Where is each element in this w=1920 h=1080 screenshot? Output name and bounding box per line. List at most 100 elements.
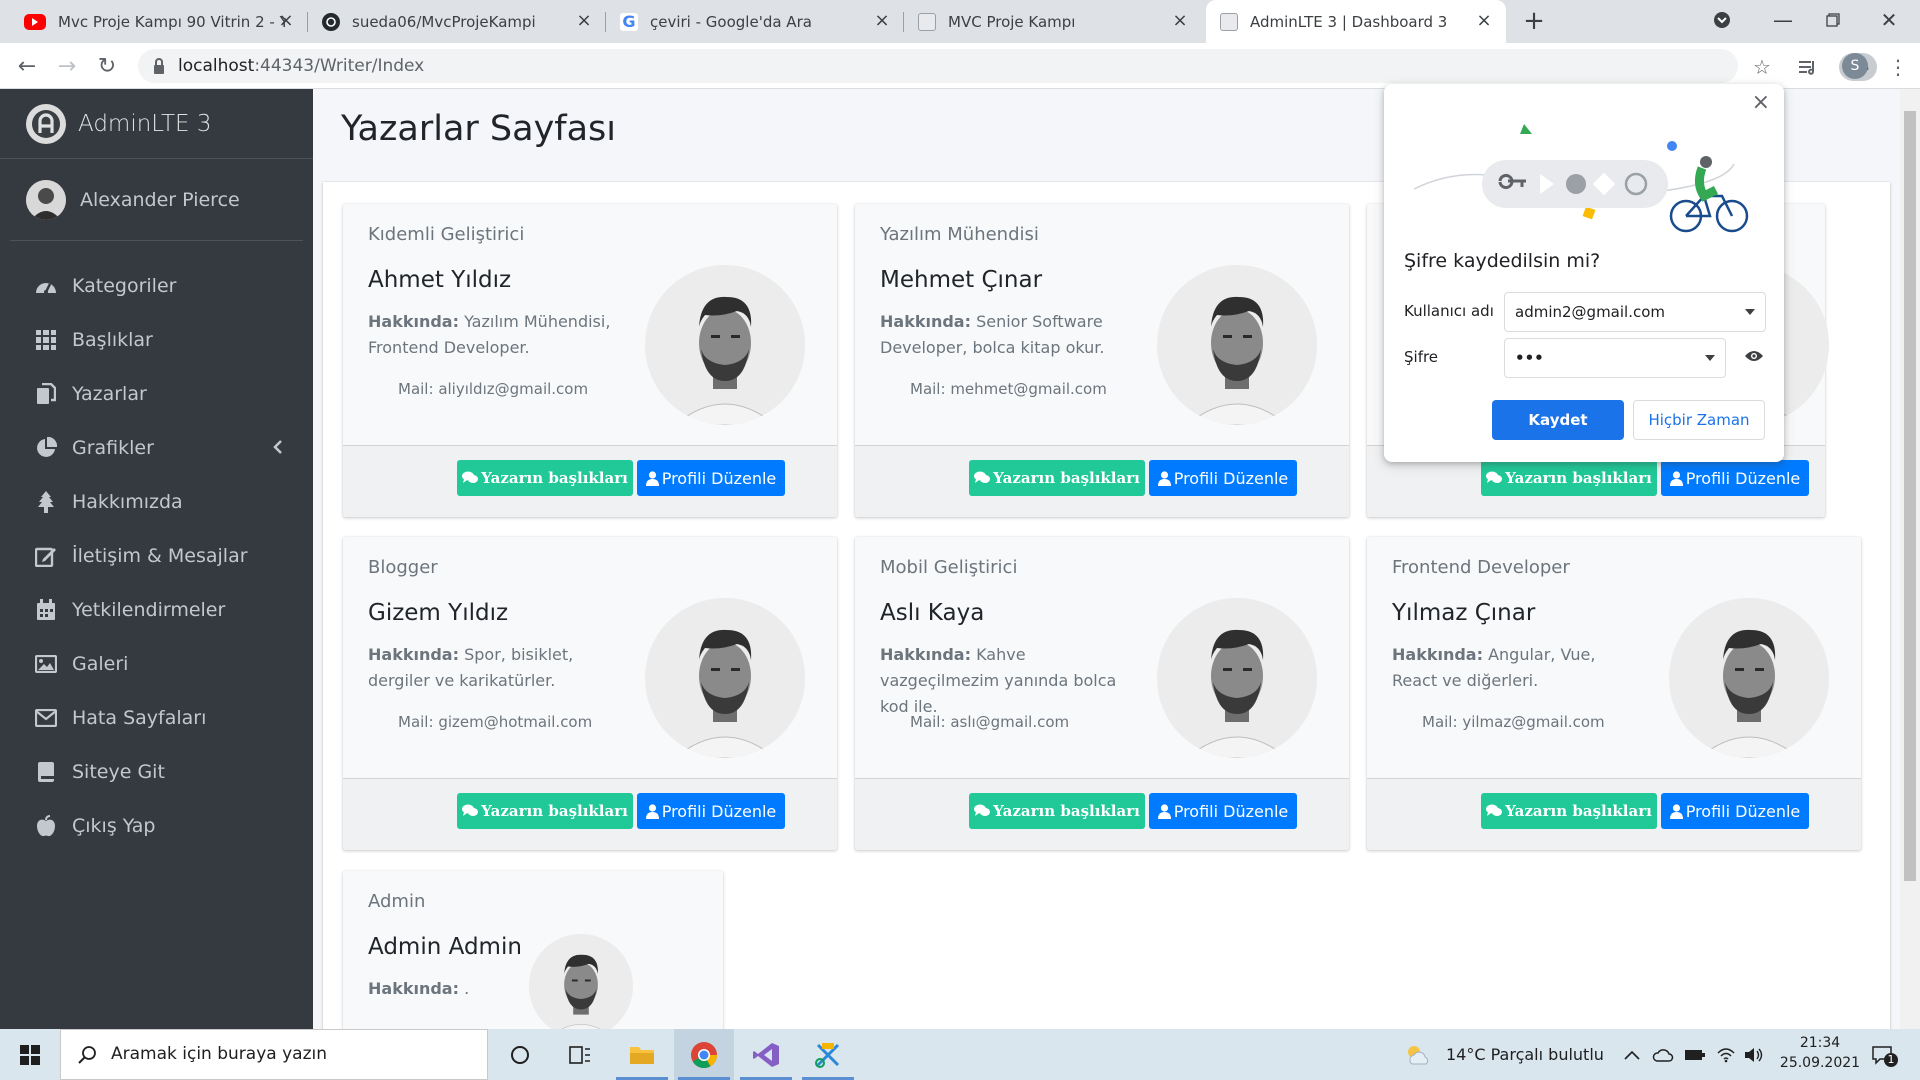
- chevron-down-icon[interactable]: [1745, 309, 1755, 315]
- tab-close-icon[interactable]: ×: [276, 11, 296, 31]
- edit-profile-button[interactable]: Profili Düzenle: [1149, 793, 1297, 829]
- brand-name: AdminLTE 3: [78, 110, 212, 137]
- back-icon[interactable]: ←: [12, 51, 42, 81]
- sidebar-item-hakkimizda[interactable]: Hakkımızda: [0, 475, 313, 529]
- tab-youtube[interactable]: Mvc Proje Kampı 90 Vitrin 2 - YouTube ×: [10, 0, 308, 43]
- tab-close-icon[interactable]: ×: [1474, 11, 1494, 31]
- edit-profile-button[interactable]: Profili Düzenle: [637, 793, 785, 829]
- button-label: Yazarın başlıkları: [1505, 802, 1652, 820]
- tab-search-icon[interactable]: [1692, 0, 1752, 40]
- writer-photo: [1157, 598, 1317, 758]
- sidebar-item-cikis-yap[interactable]: Çıkış Yap: [0, 799, 313, 853]
- tab-google[interactable]: G çeviri - Google'da Ara ×: [606, 0, 904, 43]
- writer-titles-button[interactable]: Yazarın başlıkları: [969, 793, 1145, 829]
- sidebar-item-hata-sayfalari[interactable]: Hata Sayfaları: [0, 691, 313, 745]
- wifi-icon[interactable]: [1716, 1029, 1736, 1080]
- user-panel[interactable]: Alexander Pierce: [10, 159, 303, 241]
- file-explorer-icon[interactable]: [612, 1029, 672, 1080]
- about-text: .: [464, 979, 470, 998]
- sidebar-item-yazarlar[interactable]: Yazarlar: [0, 367, 313, 421]
- tab-github[interactable]: sueda06/MvcProjeKampi ×: [308, 0, 606, 43]
- writer-photo: [1157, 265, 1317, 425]
- writer-titles-button[interactable]: Yazarın başlıkları: [457, 793, 633, 829]
- profile-avatar[interactable]: S: [1842, 53, 1868, 79]
- mail-label: Mail:: [910, 713, 946, 731]
- password-field[interactable]: •••: [1504, 338, 1726, 378]
- chrome-icon[interactable]: [674, 1029, 734, 1080]
- tab-close-icon[interactable]: ×: [1170, 11, 1190, 31]
- scrollbar-thumb[interactable]: [1904, 111, 1916, 881]
- username-value: admin2@gmail.com: [1515, 303, 1666, 321]
- edit-profile-button[interactable]: Profili Düzenle: [1149, 460, 1297, 496]
- sidebar-item-yetkilendirmeler[interactable]: Yetkilendirmeler: [0, 583, 313, 637]
- writer-mail: Mail: aslı@gmail.com: [910, 713, 1069, 731]
- menu-dots-icon[interactable]: ⋮: [1886, 55, 1910, 79]
- avatar: [26, 179, 66, 220]
- brand[interactable]: AdminLTE 3: [0, 89, 313, 159]
- dashboard-icon: [34, 274, 58, 298]
- chevron-up-icon[interactable]: [1624, 1029, 1640, 1080]
- save-password-button[interactable]: Kaydet: [1492, 400, 1624, 440]
- button-label: Yazarın başlıkları: [1505, 469, 1652, 487]
- page-scrollbar[interactable]: [1900, 89, 1920, 1029]
- battery-icon[interactable]: [1684, 1029, 1706, 1080]
- tab-close-icon[interactable]: ×: [574, 11, 594, 31]
- star-icon[interactable]: ☆: [1750, 55, 1774, 79]
- sidebar-item-grafikler[interactable]: Grafikler: [0, 421, 313, 475]
- volume-icon[interactable]: [1744, 1029, 1764, 1080]
- eye-icon[interactable]: [1744, 348, 1764, 367]
- button-label: Profili Düzenle: [661, 468, 777, 488]
- calendar-icon: [34, 598, 58, 622]
- sidebar-item-label: Grafikler: [72, 437, 154, 459]
- visual-studio-icon[interactable]: [736, 1029, 796, 1080]
- sidebar-item-basliklar[interactable]: Başlıklar: [0, 313, 313, 367]
- notification-icon[interactable]: 1: [1872, 1029, 1898, 1080]
- writer-about: Hakkında: Angular, Vue, React ve diğerle…: [1392, 642, 1642, 694]
- writer-titles-button[interactable]: Yazarın başlıkları: [457, 460, 633, 496]
- button-label: Yazarın başlıkları: [481, 802, 628, 820]
- edit-profile-button[interactable]: Profili Düzenle: [1661, 793, 1809, 829]
- restore-icon[interactable]: [1802, 0, 1864, 40]
- weather-widget[interactable]: 14°C Parçalı bulutlu: [1404, 1029, 1604, 1080]
- chevron-left-icon[interactable]: [273, 438, 283, 459]
- chevron-down-icon[interactable]: [1705, 355, 1715, 361]
- new-tab-icon[interactable]: +: [1520, 8, 1548, 36]
- address-bar[interactable]: localhost:44343/Writer/Index: [138, 49, 1877, 83]
- writer-titles-button[interactable]: Yazarın başlıkları: [1481, 460, 1657, 496]
- task-view-icon[interactable]: [490, 1029, 550, 1080]
- tab-title: AdminLTE 3 | Dashboard 3: [1250, 12, 1448, 31]
- writer-mail: Mail: yilmaz@gmail.com: [1422, 713, 1605, 731]
- tab-mvc[interactable]: MVC Proje Kampı ×: [904, 0, 1202, 43]
- sidebar-item-siteye-git[interactable]: Siteye Git: [0, 745, 313, 799]
- writer-titles-button[interactable]: Yazarın başlıkları: [969, 460, 1145, 496]
- widgets-icon[interactable]: [550, 1029, 610, 1080]
- sidebar-item-label: İletişim & Mesajlar: [72, 545, 248, 567]
- close-window-icon[interactable]: ✕: [1858, 0, 1920, 40]
- user-name: Alexander Pierce: [80, 188, 240, 211]
- writer-about: Hakkında: Senior Software Developer, bol…: [880, 309, 1130, 361]
- writer-titles-button[interactable]: Yazarın başlıkları: [1481, 793, 1657, 829]
- reading-list-icon[interactable]: [1796, 55, 1820, 79]
- clock[interactable]: 21:34 25.09.2021: [1770, 1033, 1870, 1073]
- tab-title: çeviri - Google'da Ara: [650, 12, 812, 31]
- sidebar-item-galeri[interactable]: Galeri: [0, 637, 313, 691]
- edit-profile-button[interactable]: Profili Düzenle: [1661, 460, 1809, 496]
- never-button[interactable]: Hiçbir Zaman: [1633, 400, 1765, 440]
- snipping-tool-icon[interactable]: [798, 1029, 858, 1080]
- cloud-icon[interactable]: [1652, 1029, 1674, 1080]
- tab-close-icon[interactable]: ×: [872, 11, 892, 31]
- tab-adminlte[interactable]: AdminLTE 3 | Dashboard 3 ×: [1206, 0, 1506, 43]
- sidebar-item-iletisim[interactable]: İletişim & Mesajlar: [0, 529, 313, 583]
- taskbar-search[interactable]: Aramak için buraya yazın: [60, 1029, 488, 1080]
- reload-icon[interactable]: ↻: [92, 51, 122, 81]
- forward-icon[interactable]: →: [52, 51, 82, 81]
- edit-profile-button[interactable]: Profili Düzenle: [637, 460, 785, 496]
- windows-start-icon[interactable]: [0, 1029, 60, 1080]
- youtube-icon: [24, 13, 46, 30]
- sidebar-item-kategoriler[interactable]: Kategoriler: [0, 259, 313, 313]
- user-icon: [1669, 470, 1686, 486]
- notification-count: 1: [1884, 1053, 1898, 1067]
- url-text: localhost:44343/Writer/Index: [178, 56, 424, 76]
- username-field[interactable]: admin2@gmail.com: [1504, 292, 1766, 332]
- user-icon: [1669, 803, 1686, 819]
